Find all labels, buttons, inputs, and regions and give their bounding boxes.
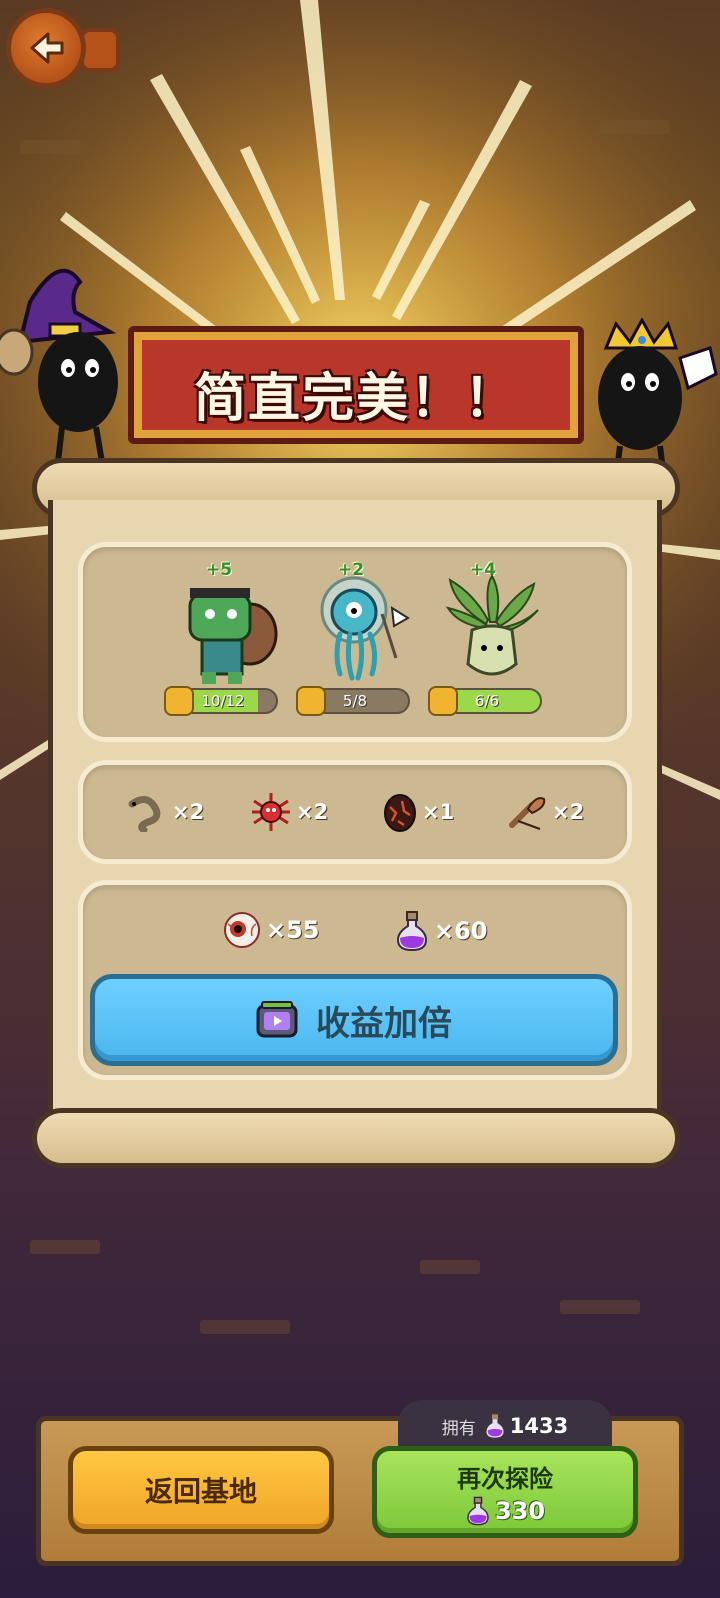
frankenstein-monster-icon — [188, 588, 278, 684]
explore-again-cost-value: 330 — [494, 1496, 546, 1525]
lava-egg-icon — [384, 794, 416, 832]
witch-bug-mascot — [0, 268, 118, 462]
horned-badge-icon — [428, 686, 458, 716]
back-button-tab — [80, 28, 120, 72]
herb-monster-icon — [445, 574, 539, 676]
return-base-button[interactable]: 返回基地 — [68, 1446, 334, 1534]
king-bug-mascot — [598, 318, 718, 478]
monster-card-frankenstein: +5 10/12 — [164, 560, 298, 730]
material-item: ×2 — [126, 790, 204, 834]
owned-value: 1433 — [509, 1414, 569, 1438]
material-item: ×1 — [382, 790, 454, 834]
monster-card-herb: +4 6/6 — [428, 560, 562, 730]
double-rewards-label: 收益加倍 — [316, 1003, 452, 1044]
material-qty: ×2 — [172, 800, 205, 824]
resource-qty: ×60 — [434, 917, 488, 945]
owned-label: 拥有 — [441, 1418, 476, 1439]
back-button[interactable] — [6, 8, 86, 88]
material-item: ×2 — [250, 790, 328, 834]
purple-potion-icon — [486, 1414, 504, 1438]
material-qty: ×2 — [296, 800, 329, 824]
horned-badge-icon — [296, 686, 326, 716]
explore-again-cost: 330 — [465, 1496, 545, 1526]
resource-item: ×60 — [394, 910, 488, 952]
return-base-label: 返回基地 — [144, 1475, 257, 1508]
slingshot-icon — [509, 797, 546, 830]
worm-icon — [128, 796, 161, 832]
result-banner: 简直完美！！ — [128, 326, 584, 444]
resource-qty: ×55 — [266, 916, 320, 944]
monster-card-jellyfish: +2 5/8 — [296, 560, 430, 730]
scroll-bottom-roll — [32, 1108, 680, 1168]
purple-potion-icon — [396, 911, 428, 952]
material-qty: ×1 — [422, 800, 455, 824]
owned-potions-display: 拥有 1433 — [398, 1400, 612, 1452]
jellyfish-monster-icon — [320, 576, 410, 681]
tv-video-icon — [256, 1001, 298, 1038]
material-item: ×2 — [506, 790, 584, 834]
material-qty: ×2 — [552, 800, 585, 824]
explore-again-label: 再次探险 — [457, 1464, 553, 1493]
purple-potion-icon — [467, 1496, 489, 1525]
double-rewards-button[interactable]: 收益加倍 — [90, 974, 618, 1066]
horned-badge-icon — [164, 686, 194, 716]
red-spider-icon — [252, 793, 290, 831]
eyeball-icon — [224, 912, 260, 948]
resource-item: ×55 — [222, 910, 320, 950]
banner-title: 简直完美！！ — [193, 369, 518, 429]
back-arrow-icon — [30, 32, 64, 64]
explore-again-button[interactable]: 再次探险 330 — [372, 1446, 638, 1538]
